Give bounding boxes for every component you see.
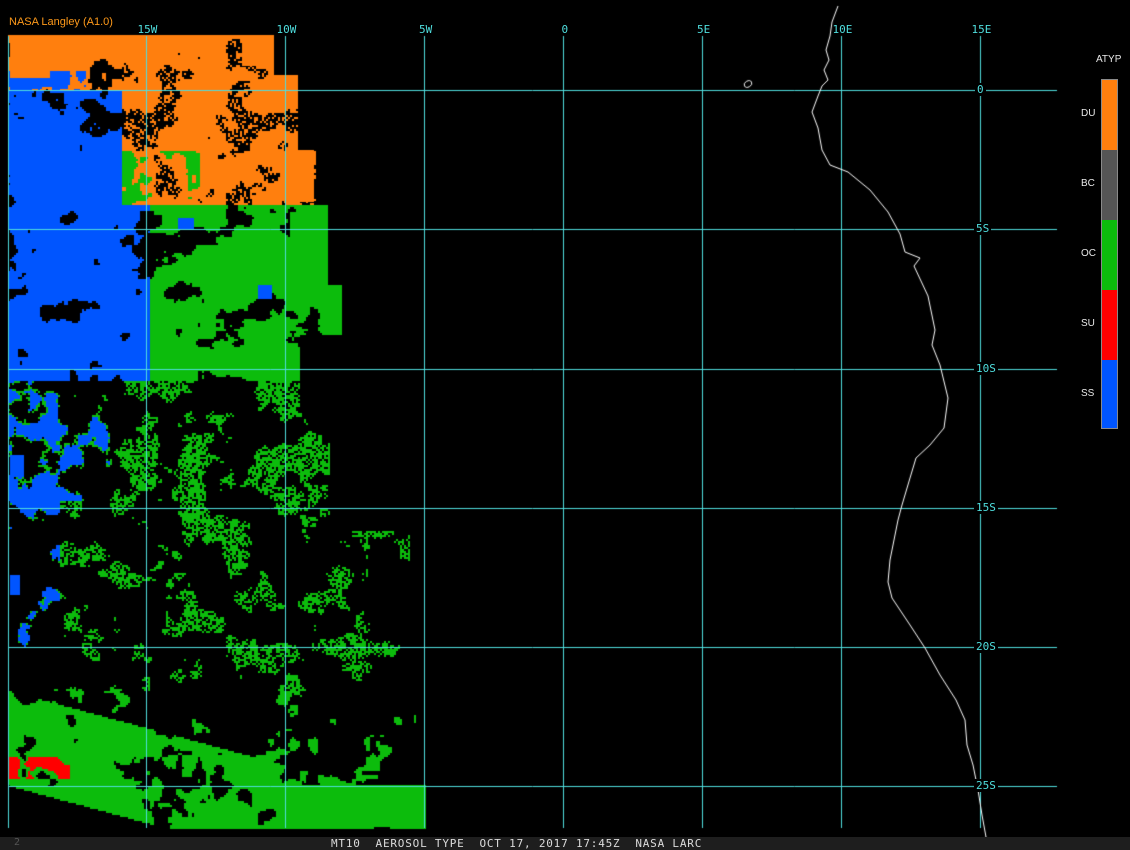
legend-swatch-du <box>1102 80 1117 150</box>
longitude-label: 10W <box>276 23 297 36</box>
legend-swatch-su <box>1102 290 1117 360</box>
legend-label-oc: OC <box>1081 248 1096 259</box>
latitude-label: 25S <box>974 779 998 793</box>
credit-label: NASA Langley (A1.0) <box>9 16 113 28</box>
legend-title: ATYP <box>1096 54 1122 65</box>
latitude-label: 10S <box>974 361 998 375</box>
legend-swatch-ss <box>1102 360 1117 428</box>
latitude-label: 0 <box>975 83 986 96</box>
legend-label-ss: SS <box>1081 388 1095 399</box>
longitude-label: 15W <box>137 23 158 36</box>
legend-swatch-bc <box>1102 150 1117 220</box>
aerosol-type-map <box>0 0 1130 850</box>
longitude-label: 0 <box>561 23 569 36</box>
legend-label-su: SU <box>1081 318 1095 329</box>
longitude-label: 5W <box>419 23 433 36</box>
legend-color-bar <box>1101 79 1118 429</box>
longitude-label: 15E <box>971 23 992 36</box>
latitude-label: 15S <box>974 500 998 514</box>
frame-index: 2 <box>14 837 21 848</box>
latitude-label: 20S <box>974 640 998 653</box>
product-title: MT10 AEROSOL TYPE OCT 17, 2017 17:45Z NA… <box>331 837 703 850</box>
legend-label-du: DU <box>1081 108 1096 119</box>
longitude-label: 10E <box>832 23 853 36</box>
latitude-label: 5S <box>974 222 992 236</box>
legend-swatch-oc <box>1102 220 1117 290</box>
legend-label-bc: BC <box>1081 178 1095 189</box>
longitude-label: 5E <box>697 23 711 36</box>
